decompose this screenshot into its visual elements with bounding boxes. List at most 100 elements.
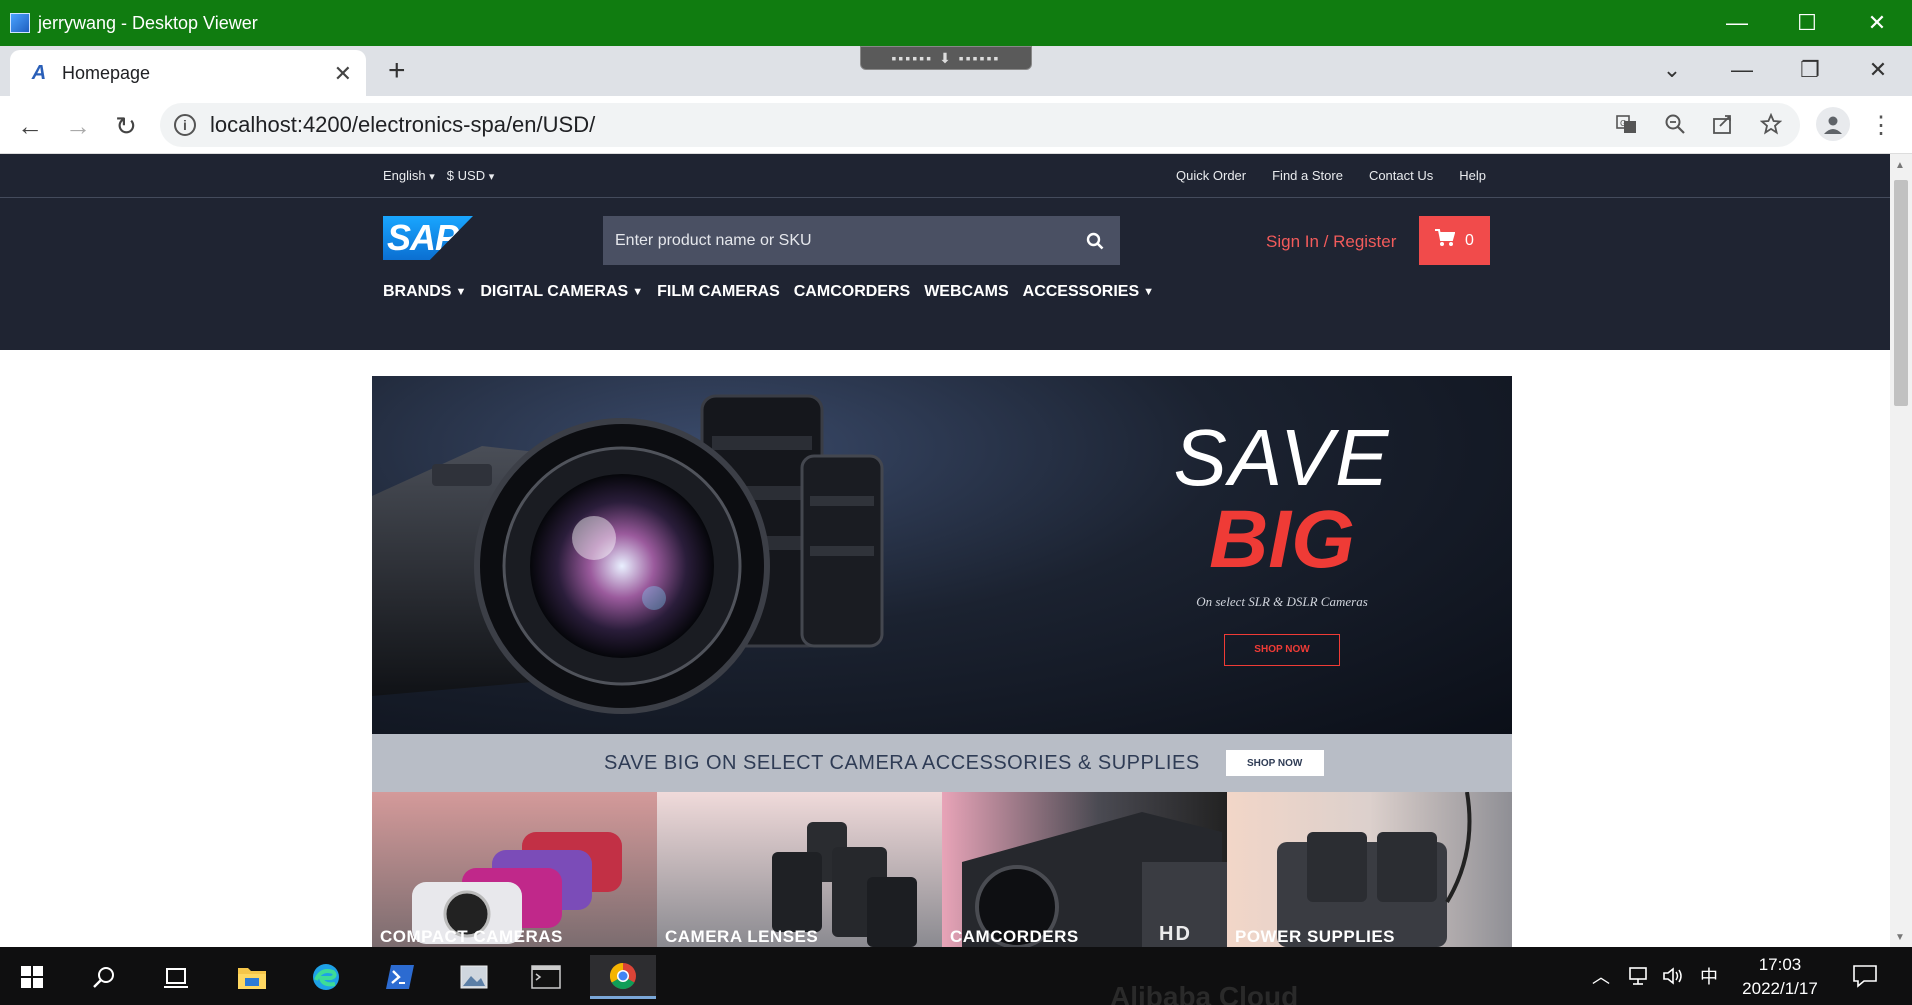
- hero-save: SAVE: [1173, 413, 1391, 502]
- profile-icon[interactable]: [1816, 107, 1850, 141]
- tab-homepage[interactable]: A Homepage ✕: [10, 50, 366, 96]
- mini-cart-button[interactable]: 0: [1419, 216, 1490, 265]
- scroll-up-icon[interactable]: ▲: [1895, 160, 1905, 171]
- nav-accessories[interactable]: ACCESSORIES ▼: [1023, 283, 1154, 301]
- clock-date: 2022/1/17: [1742, 979, 1818, 998]
- nav-brands[interactable]: BRANDS ▼: [383, 283, 466, 301]
- background-text: Alibaba Cloud: [1110, 981, 1299, 1005]
- promo-shop-now-button[interactable]: SHOP NOW: [1225, 750, 1324, 776]
- angular-favicon-icon: A: [31, 61, 47, 84]
- task-view-icon[interactable]: [146, 955, 206, 999]
- start-icon[interactable]: [2, 955, 62, 999]
- tile-camera-lenses[interactable]: CAMERA LENSES: [657, 792, 942, 947]
- url-text[interactable]: localhost:4200/electronics-spa/en/USD/: [210, 112, 595, 138]
- remote-toolbar-handle[interactable]: ▪▪▪▪▪▪ ⬇ ▪▪▪▪▪▪: [860, 46, 1032, 70]
- tray-overflow-icon[interactable]: ︿: [1592, 947, 1610, 1005]
- back-icon[interactable]: ←: [12, 108, 48, 144]
- site-context: English ▾ $ USD ▾: [383, 168, 494, 183]
- quick-order-link[interactable]: Quick Order: [1176, 168, 1246, 183]
- scroll-down-icon[interactable]: ▼: [1895, 932, 1905, 943]
- nav-camcorders[interactable]: CAMCORDERS: [794, 283, 910, 301]
- search-box: [603, 216, 1120, 265]
- hero-subtitle: On select SLR & DSLR Cameras: [1196, 594, 1368, 609]
- category-navigation: BRANDS ▼ DIGITAL CAMERAS ▼ FILM CAMERAS CA…: [383, 283, 1154, 301]
- edge-icon[interactable]: [296, 955, 356, 999]
- browser-menu-icon[interactable]: ⋮: [1866, 108, 1896, 142]
- volume-icon[interactable]: [1662, 947, 1686, 1005]
- minimize-icon[interactable]: —: [1702, 0, 1772, 46]
- search-input[interactable]: [603, 216, 1070, 265]
- zoom-icon[interactable]: [1662, 111, 1688, 137]
- cart-icon: [1435, 229, 1456, 252]
- translate-icon[interactable]: G: [1614, 111, 1640, 137]
- chevron-down-icon: ▼: [632, 286, 644, 298]
- new-tab-button[interactable]: +: [388, 54, 406, 88]
- sap-logo[interactable]: SAP: [383, 216, 473, 260]
- tile-power-supplies[interactable]: POWER SUPPLIES: [1227, 792, 1512, 947]
- browser-toolbar: ← → ↻ i localhost:4200/electronics-spa/e…: [0, 96, 1912, 154]
- category-tiles: COMPACT CAMERAS CAMERA LENSES CAMCORDERS: [372, 792, 1512, 947]
- site-header: SAP Sign In / Register 0 BRANDS▼ DIGITAL…: [0, 198, 1890, 350]
- tile-label: CAMERA LENSES: [665, 927, 819, 946]
- search-icon[interactable]: [74, 955, 134, 999]
- promo-strip: SAVE BIG ON SELECT CAMERA ACCESSORIES & …: [372, 734, 1512, 792]
- promo-text: SAVE BIG ON SELECT CAMERA ACCESSORIES & …: [604, 751, 1200, 774]
- hd-mark: HD: [1159, 923, 1192, 945]
- logo-text: SAP: [387, 217, 459, 258]
- tile-label: POWER SUPPLIES: [1235, 927, 1396, 946]
- currency-selector[interactable]: $ USD ▾: [447, 168, 494, 183]
- site-top-bar: English ▾ $ USD ▾ Quick Order Find a Sto…: [0, 154, 1890, 198]
- reload-icon[interactable]: ↻: [108, 108, 144, 144]
- network-icon[interactable]: [1628, 947, 1652, 1005]
- chrome-icon[interactable]: [590, 955, 656, 999]
- address-bar[interactable]: i localhost:4200/electronics-spa/en/USD/…: [160, 103, 1800, 147]
- taskbar-clock[interactable]: 17:03 2022/1/17: [1736, 953, 1824, 1001]
- notification-center-icon[interactable]: [1852, 947, 1878, 1005]
- power-supplies-image: [1277, 792, 1472, 947]
- file-explorer-icon[interactable]: [222, 955, 282, 999]
- nav-webcams[interactable]: WEBCAMS: [924, 283, 1008, 301]
- clock-time: 17:03: [1758, 955, 1802, 974]
- help-link[interactable]: Help: [1459, 168, 1486, 183]
- nav-digital-cameras[interactable]: DIGITAL CAMERAS ▼: [480, 283, 643, 301]
- browser-restore-icon[interactable]: ❐: [1780, 50, 1840, 90]
- forward-icon[interactable]: →: [60, 108, 96, 144]
- compact-cameras-image: [412, 832, 622, 944]
- powershell-icon[interactable]: [370, 955, 430, 999]
- chevron-down-icon: ▼: [1143, 286, 1154, 298]
- sign-in-register-link[interactable]: Sign In / Register: [1266, 232, 1396, 252]
- window-title: jerrywang - Desktop Viewer: [38, 12, 258, 33]
- desktop-viewer-app-icon: [10, 13, 30, 33]
- close-icon[interactable]: ✕: [1842, 0, 1912, 46]
- camera-lenses-image: [772, 822, 917, 947]
- maximize-icon[interactable]: ☐: [1772, 0, 1842, 46]
- cart-count: 0: [1465, 231, 1474, 249]
- top-links: Quick Order Find a Store Contact Us Help: [1176, 168, 1486, 183]
- browser-minimize-icon[interactable]: —: [1712, 50, 1772, 90]
- terminal-icon[interactable]: [516, 955, 576, 999]
- hero-text: SAVE BIG On select SLR & DSLR Cameras SH…: [1132, 416, 1432, 666]
- tile-label: COMPACT CAMERAS: [380, 927, 563, 946]
- page-scrollbar[interactable]: ▲ ▼: [1890, 154, 1912, 947]
- hero-banner[interactable]: SAVE BIG On select SLR & DSLR Cameras SH…: [372, 376, 1512, 734]
- hero-shop-now-button[interactable]: SHOP NOW: [1224, 634, 1340, 666]
- find-store-link[interactable]: Find a Store: [1272, 168, 1343, 183]
- camera-lenses-image: [372, 394, 884, 714]
- share-icon[interactable]: [1710, 111, 1736, 137]
- nav-film-cameras[interactable]: FILM CAMERAS: [657, 283, 780, 301]
- hero-big: BIG: [1209, 494, 1355, 585]
- browser-close-icon[interactable]: ✕: [1848, 50, 1908, 90]
- tab-search-icon[interactable]: ⌄: [1642, 50, 1702, 90]
- image-viewer-icon[interactable]: [444, 955, 504, 999]
- search-icon[interactable]: [1070, 216, 1120, 265]
- tab-title: Homepage: [62, 62, 151, 83]
- tab-close-icon[interactable]: ✕: [334, 61, 352, 87]
- language-selector[interactable]: English ▾: [383, 168, 435, 183]
- tile-compact-cameras[interactable]: COMPACT CAMERAS: [372, 792, 657, 947]
- contact-us-link[interactable]: Contact Us: [1369, 168, 1433, 183]
- scroll-thumb[interactable]: [1894, 180, 1908, 406]
- desktop-viewer-titlebar: jerrywang - Desktop Viewer — ☐ ✕: [0, 0, 1912, 46]
- site-info-icon[interactable]: i: [174, 114, 196, 136]
- input-method-indicator[interactable]: 中: [1700, 947, 1718, 1005]
- star-icon[interactable]: [1758, 111, 1784, 137]
